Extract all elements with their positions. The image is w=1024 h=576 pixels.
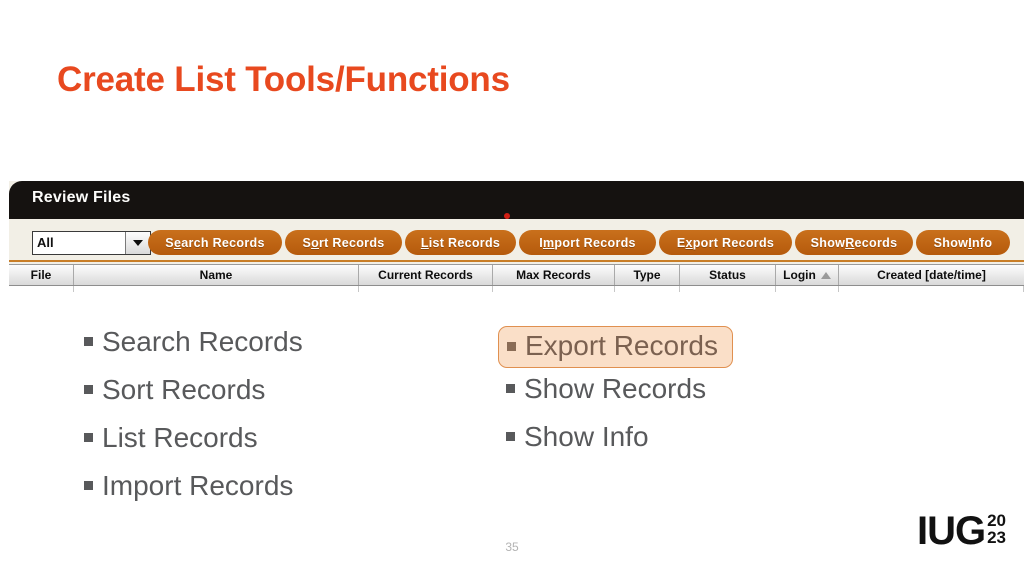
button-label-suffix: ist Records	[428, 235, 501, 250]
app-titlebar-label: Review Files	[32, 189, 131, 206]
show-info-button[interactable]: Show Info	[916, 230, 1010, 255]
table-column-header-max-records[interactable]: Max Records	[493, 265, 615, 285]
bullet-item-label: Import Records	[102, 470, 294, 501]
page-number: 35	[505, 540, 519, 554]
file-filter-dropdown[interactable]: All	[32, 231, 151, 255]
square-bullet-icon	[84, 481, 93, 490]
table-column-header-status[interactable]: Status	[680, 265, 776, 285]
red-dot-marker	[504, 213, 510, 219]
button-accesskey: m	[542, 235, 555, 250]
table-column-header-label: Name	[199, 268, 233, 282]
bullet-item-label: Export Records	[525, 330, 718, 361]
records-table-body-sliver	[9, 286, 1024, 292]
bullet-item: Sort Records	[84, 374, 303, 422]
table-cell	[493, 286, 615, 292]
square-bullet-icon	[506, 432, 515, 441]
table-column-header-label: Max Records	[516, 268, 591, 282]
table-column-header-current-records[interactable]: Current Records	[359, 265, 493, 285]
table-column-header-created-date-time[interactable]: Created [date/time]	[839, 265, 1024, 285]
square-bullet-icon	[506, 384, 515, 393]
bullet-item-highlighted: Export Records	[498, 326, 733, 368]
chevron-down-icon[interactable]	[125, 232, 150, 254]
table-column-header-label: Type	[633, 268, 661, 282]
app-titlebar: Review Files	[9, 181, 1024, 219]
button-accesskey: x	[685, 235, 693, 250]
list-records-button[interactable]: List Records	[405, 230, 516, 255]
bullet-list-left: Search Records Sort Records List Records Im…	[84, 326, 303, 518]
button-label-prefix: E	[676, 235, 686, 250]
sort-ascending-icon	[820, 271, 831, 279]
bullet-item: Import Records	[84, 470, 303, 518]
table-column-header-label: Status	[709, 268, 746, 282]
table-cell	[74, 286, 359, 292]
bullet-item-label: Sort Records	[102, 374, 266, 405]
file-filter-value[interactable]: All	[33, 232, 125, 254]
show-records-button[interactable]: Show Records	[795, 230, 913, 255]
button-label-prefix: Show	[933, 235, 969, 250]
button-label-suffix: arch Records	[181, 235, 265, 250]
iug-logo-year-bottom: 23	[987, 527, 1006, 547]
table-column-header-label: File	[30, 268, 52, 282]
table-column-header-label: Login	[783, 268, 816, 282]
search-records-button[interactable]: Se arch Records	[148, 230, 282, 255]
button-accesskey: R	[845, 235, 855, 250]
records-table-header: File Name Current Records Max Records Type St…	[9, 264, 1024, 286]
button-label-suffix: rt Records	[319, 235, 385, 250]
table-column-header-type[interactable]: Type	[615, 265, 680, 285]
bullet-item: List Records	[84, 422, 303, 470]
table-column-header-login[interactable]: Login	[776, 265, 839, 285]
button-label-prefix: S	[302, 235, 312, 250]
app-screenshot-panel: Review Files All Se arch Records So rt Reco…	[9, 181, 1024, 292]
bullet-item-label: Show Info	[524, 421, 649, 452]
button-accesskey: o	[311, 235, 320, 250]
table-cell	[359, 286, 493, 292]
button-label-suffix: port Records	[554, 235, 636, 250]
import-records-button[interactable]: Im port Records	[519, 230, 656, 255]
square-bullet-icon	[507, 341, 516, 351]
button-label-suffix: ecords	[854, 235, 898, 250]
table-cell	[680, 286, 776, 292]
bullet-item-label: Show Records	[524, 373, 707, 404]
bullet-item: Show Info	[506, 421, 733, 469]
bullet-item-label: Search Records	[102, 326, 303, 357]
table-column-header-label: Created [date/time]	[877, 268, 986, 282]
sort-records-button[interactable]: So rt Records	[285, 230, 402, 255]
table-column-header-name[interactable]: Name	[74, 265, 359, 285]
button-accesskey: e	[173, 235, 182, 250]
iug-logo: IUG 20 23	[916, 509, 1006, 553]
button-accesskey: L	[420, 235, 429, 250]
square-bullet-icon	[84, 433, 93, 442]
export-records-button[interactable]: Ex port Records	[659, 230, 792, 255]
button-label-prefix: Show	[810, 235, 846, 250]
square-bullet-icon	[84, 337, 93, 346]
button-label-suffix: port Records	[692, 235, 775, 250]
button-label-prefix: S	[165, 235, 174, 250]
table-cell	[615, 286, 680, 292]
page-title: Create List Tools/Functions	[57, 60, 510, 99]
table-cell	[839, 286, 1024, 292]
table-column-header-file[interactable]: File	[9, 265, 74, 285]
table-cell	[9, 286, 74, 292]
bullet-item: Search Records	[84, 326, 303, 374]
button-label-suffix: nfo	[971, 235, 993, 250]
table-cell	[776, 286, 839, 292]
bullet-item-label: List Records	[102, 422, 258, 453]
bullet-item: Show Records	[506, 373, 733, 421]
table-column-header-label: Current Records	[378, 268, 473, 282]
bullet-list-right: Export Records Show Records Show Info	[498, 326, 733, 469]
square-bullet-icon	[84, 385, 93, 394]
iug-logo-text: IUG	[916, 509, 986, 553]
iug-logo-year: 20 23	[987, 512, 1006, 547]
